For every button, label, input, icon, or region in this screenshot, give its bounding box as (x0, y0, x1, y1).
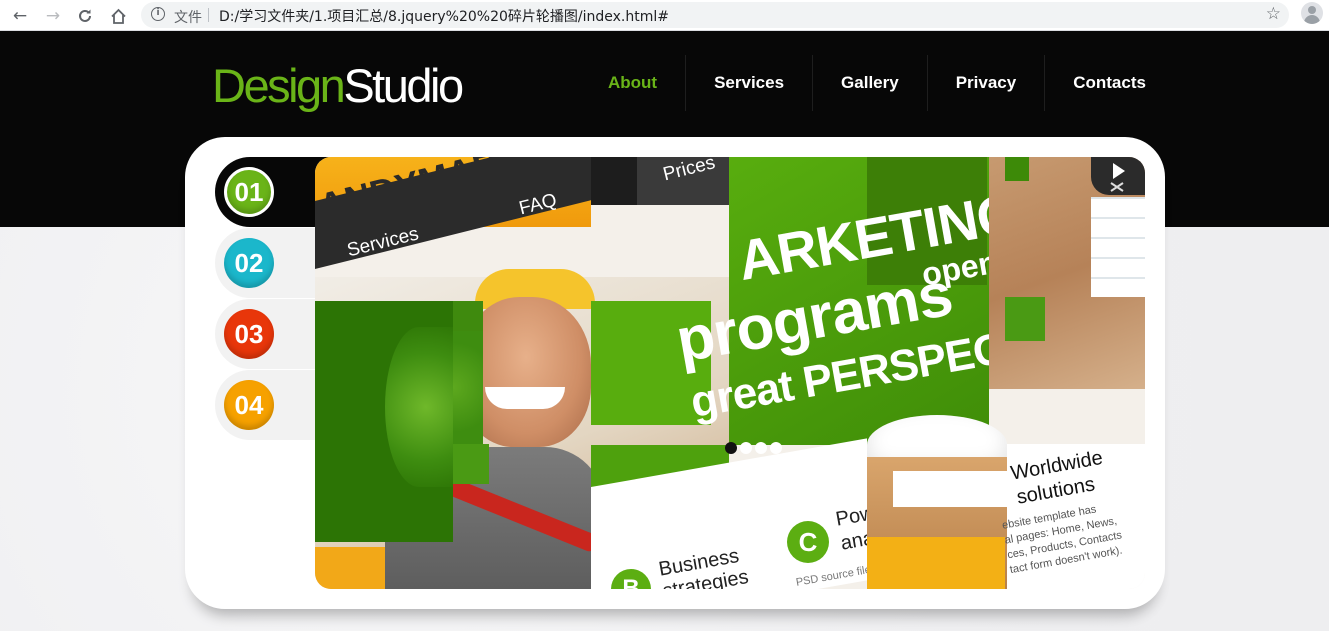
browser-toolbar: ← → i 文件 D:/学习文件夹/1.项目汇总/8.jquery%20%20碎… (0, 0, 1329, 31)
menu-item-privacy[interactable]: Privacy (926, 55, 1045, 111)
slide-orange-corner (315, 547, 385, 589)
slide-white-tiles (1091, 197, 1145, 297)
site-logo[interactable]: DesignStudio (212, 59, 464, 113)
menu-item-about[interactable]: About (580, 55, 685, 111)
pager-dot-1[interactable] (725, 442, 737, 454)
slide-fragment-green-2 (453, 301, 483, 331)
slide-number-03: 03 (224, 309, 274, 359)
menu-item-gallery[interactable]: Gallery (812, 55, 927, 111)
account-icon[interactable] (1301, 2, 1323, 24)
pager-dot-4[interactable] (770, 442, 782, 454)
slide-yellow-fragment (867, 537, 1005, 589)
info-icon[interactable]: i (151, 7, 165, 21)
account-head (1308, 6, 1316, 14)
slide-fragment-green-8 (1005, 157, 1029, 181)
slide-number-02: 02 (224, 238, 274, 288)
star-icon[interactable]: ☆ (1266, 4, 1281, 24)
slide-fragment-green-4 (453, 444, 489, 484)
account-body (1304, 15, 1320, 24)
address-separator (208, 8, 209, 22)
slide-white-fragment (893, 471, 1007, 507)
slide-fragment-green-3 (453, 331, 483, 444)
pager-dot-3[interactable] (755, 442, 767, 454)
slide-pager (725, 442, 782, 454)
arrow-back-icon[interactable]: ← (8, 4, 32, 28)
slide-number-04: 04 (224, 380, 274, 430)
menu-item-services[interactable]: Services (685, 55, 812, 111)
slide-grass-ball (385, 327, 453, 487)
address-bar[interactable]: i 文件 D:/学习文件夹/1.项目汇总/8.jquery%20%20碎片轮播图… (141, 2, 1289, 28)
slide-badge-c: C (787, 521, 829, 563)
main-menu: About Services Gallery Privacy Contacts (580, 55, 1174, 111)
logo-studio: Studio (343, 59, 464, 112)
slide-number-01: 01 (224, 167, 274, 217)
pager-dot-2[interactable] (740, 442, 752, 454)
home-icon[interactable] (106, 4, 130, 28)
reload-icon[interactable] (73, 4, 97, 28)
slide-fragment-green-9 (1005, 297, 1045, 341)
menu-item-contacts[interactable]: Contacts (1044, 55, 1174, 111)
slide-viewport: ANDYMAR Services FAQ Prices ARKETING pro… (315, 157, 1145, 589)
scheme-label: 文件 (174, 10, 202, 26)
arrow-forward-icon[interactable]: → (41, 4, 65, 28)
slide-worker-smile (485, 387, 565, 409)
url-text[interactable]: D:/学习文件夹/1.项目汇总/8.jquery%20%20碎片轮播图/inde… (219, 6, 669, 26)
close-icon[interactable] (1091, 157, 1145, 195)
logo-design: Design (212, 59, 346, 112)
